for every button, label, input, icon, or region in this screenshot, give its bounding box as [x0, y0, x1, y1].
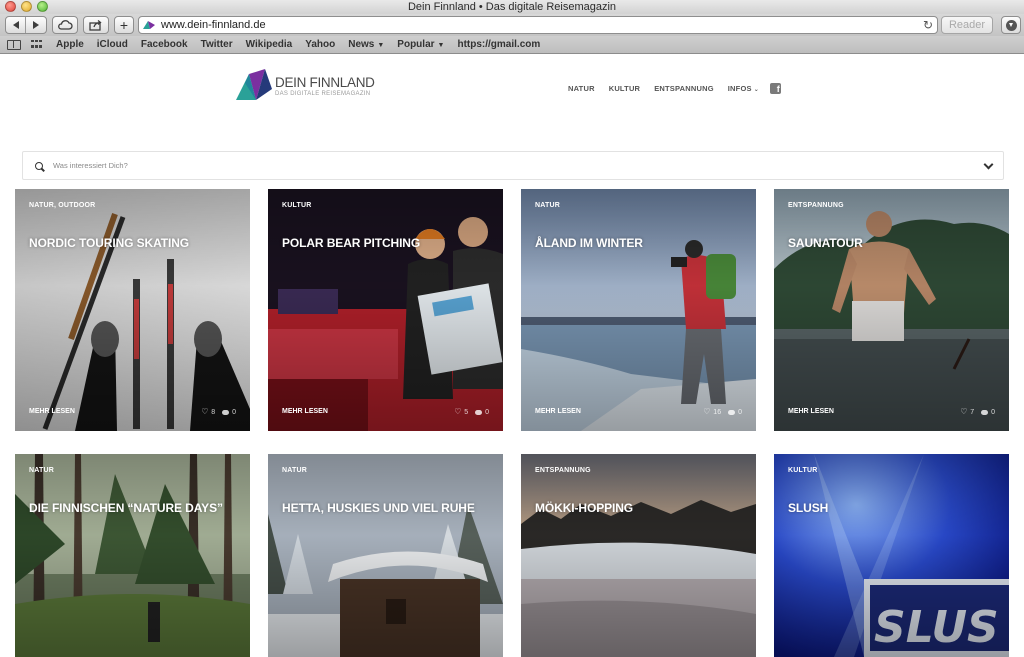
- address-url: www.dein-finnland.de: [161, 19, 266, 31]
- article-card[interactable]: NATUR ÅLAND IM WINTER MEHR LESEN 16 0: [521, 189, 756, 431]
- address-bar[interactable]: www.dein-finnland.de ↻: [138, 16, 938, 34]
- share-icon: [89, 19, 102, 31]
- reading-list-icon[interactable]: [7, 39, 21, 50]
- read-more-link[interactable]: MEHR LESEN: [788, 408, 834, 415]
- nav-natur[interactable]: NATUR: [568, 84, 595, 93]
- logo-mark-icon: [236, 69, 272, 100]
- bookmark-item[interactable]: iCloud: [97, 39, 128, 50]
- download-icon: [1005, 19, 1017, 31]
- downloads-button[interactable]: [1001, 16, 1021, 34]
- card-stats: 16 0: [703, 407, 742, 416]
- main-navigation: NATUR KULTUR ENTSPANNUNG INFOS ⌄ f: [568, 83, 781, 94]
- card-category[interactable]: NATUR, OUTDOOR: [29, 202, 95, 209]
- heart-icon[interactable]: [960, 407, 967, 416]
- card-title[interactable]: DIE FINNISCHEN “NATURE DAYS”: [29, 501, 223, 515]
- heart-icon[interactable]: [703, 407, 710, 416]
- forward-button[interactable]: [26, 17, 46, 33]
- card-title[interactable]: HETTA, HUSKIES UND VIEL RUHE: [282, 501, 475, 515]
- site-header: DEIN FINNLAND DAS DIGITALE REISEMAGAZIN …: [0, 55, 1024, 135]
- top-sites-icon[interactable]: [31, 39, 43, 50]
- caret-down-icon: ▼: [437, 42, 445, 49]
- card-category[interactable]: NATUR: [29, 467, 54, 474]
- article-card[interactable]: ENTSPANNUNG MÖKKI-HOPPING: [521, 454, 756, 657]
- article-card[interactable]: NATUR DIE FINNISCHEN “NATURE DAYS”: [15, 454, 250, 657]
- card-title[interactable]: SAUNATOUR: [788, 236, 863, 250]
- card-title[interactable]: POLAR BEAR PITCHING: [282, 236, 420, 250]
- brand-name: DEIN FINNLAND: [275, 75, 375, 90]
- heart-icon[interactable]: [201, 407, 208, 416]
- reload-icon[interactable]: ↻: [923, 18, 933, 32]
- read-more-link[interactable]: MEHR LESEN: [282, 408, 328, 415]
- icloud-tabs-button[interactable]: [52, 16, 78, 34]
- bookmark-folder-news[interactable]: News ▼: [348, 39, 384, 50]
- caret-down-icon: ▼: [377, 42, 385, 49]
- card-title[interactable]: ÅLAND IM WINTER: [535, 236, 643, 250]
- forward-arrow-icon: [33, 21, 40, 29]
- card-category[interactable]: KULTUR: [788, 467, 817, 474]
- window-titlebar: Dein Finnland • Das digitale Reisemagazi…: [0, 0, 1024, 14]
- card-category[interactable]: ENTSPANNUNG: [535, 467, 591, 474]
- comment-icon[interactable]: [728, 410, 736, 415]
- article-card[interactable]: ENTSPANNUNG SAUNATOUR MEHR LESEN 7 0: [774, 189, 1009, 431]
- window-title: Dein Finnland • Das digitale Reisemagazi…: [407, 1, 617, 13]
- nav-entspannung[interactable]: ENTSPANNUNG: [654, 84, 714, 93]
- article-card[interactable]: KULTUR POLAR BEAR PITCHING MEHR LESEN 5 …: [268, 189, 503, 431]
- back-arrow-icon: [12, 21, 19, 29]
- search-input[interactable]: [53, 161, 933, 170]
- read-more-link[interactable]: MEHR LESEN: [535, 408, 581, 415]
- history-nav: [5, 16, 47, 34]
- heart-icon[interactable]: [454, 407, 461, 416]
- browser-toolbar: + www.dein-finnland.de ↻ Reader: [0, 14, 1024, 36]
- card-category[interactable]: NATUR: [282, 467, 307, 474]
- article-card[interactable]: NATUR HETTA, HUSKIES UND VIEL RUHE: [268, 454, 503, 657]
- card-category[interactable]: ENTSPANNUNG: [788, 202, 844, 209]
- facebook-icon[interactable]: f: [769, 83, 781, 94]
- nav-infos[interactable]: INFOS ⌄: [728, 84, 759, 93]
- nav-kultur[interactable]: KULTUR: [609, 84, 640, 93]
- comment-icon[interactable]: [981, 410, 989, 415]
- card-title[interactable]: SLUSH: [788, 501, 828, 515]
- share-button[interactable]: [83, 16, 109, 34]
- article-card[interactable]: SLUS KULTUR SLUSH: [774, 454, 1009, 657]
- site-logo[interactable]: DEIN FINNLAND DAS DIGITALE REISEMAGAZIN: [236, 69, 386, 105]
- card-title[interactable]: MÖKKI-HOPPING: [535, 501, 633, 515]
- bookmark-item[interactable]: https://gmail.com: [457, 39, 540, 50]
- cloud-icon: [58, 20, 73, 30]
- site-favicon-icon: [143, 21, 155, 29]
- card-category[interactable]: KULTUR: [282, 202, 311, 209]
- zoom-window-button[interactable]: [37, 1, 48, 12]
- back-button[interactable]: [6, 17, 27, 33]
- comment-icon[interactable]: [222, 410, 230, 415]
- brand-text: DEIN FINNLAND DAS DIGITALE REISEMAGAZIN: [275, 75, 375, 105]
- search-icon: [35, 161, 43, 170]
- bookmark-item[interactable]: Facebook: [141, 39, 188, 50]
- read-more-link[interactable]: MEHR LESEN: [29, 408, 75, 415]
- bookmark-item[interactable]: Yahoo: [305, 39, 335, 50]
- comment-icon[interactable]: [475, 410, 483, 415]
- article-card[interactable]: NATUR, OUTDOOR NORDIC TOURING SKATING ME…: [15, 189, 250, 431]
- reader-button[interactable]: Reader: [941, 16, 993, 34]
- brand-tagline: DAS DIGITALE REISEMAGAZIN: [275, 91, 371, 97]
- close-window-button[interactable]: [5, 1, 16, 12]
- plus-icon: +: [119, 17, 129, 33]
- card-stats: 8 0: [201, 407, 236, 416]
- minimize-window-button[interactable]: [21, 1, 32, 12]
- search-bar: [22, 151, 1004, 180]
- bookmarks-bar: Apple iCloud Facebook Twitter Wikipedia …: [0, 36, 1024, 54]
- chevron-down-icon: ⌄: [753, 87, 759, 93]
- card-title[interactable]: NORDIC TOURING SKATING: [29, 236, 189, 250]
- bookmark-item[interactable]: Apple: [56, 39, 84, 50]
- bookmark-folder-popular[interactable]: Popular ▼: [397, 39, 444, 50]
- new-tab-button[interactable]: +: [114, 16, 134, 34]
- card-category[interactable]: NATUR: [535, 202, 560, 209]
- bookmark-item[interactable]: Twitter: [201, 39, 233, 50]
- card-stats: 7 0: [960, 407, 995, 416]
- bookmark-item[interactable]: Wikipedia: [246, 39, 293, 50]
- chevron-down-icon[interactable]: [983, 159, 994, 170]
- card-stats: 5 0: [454, 407, 489, 416]
